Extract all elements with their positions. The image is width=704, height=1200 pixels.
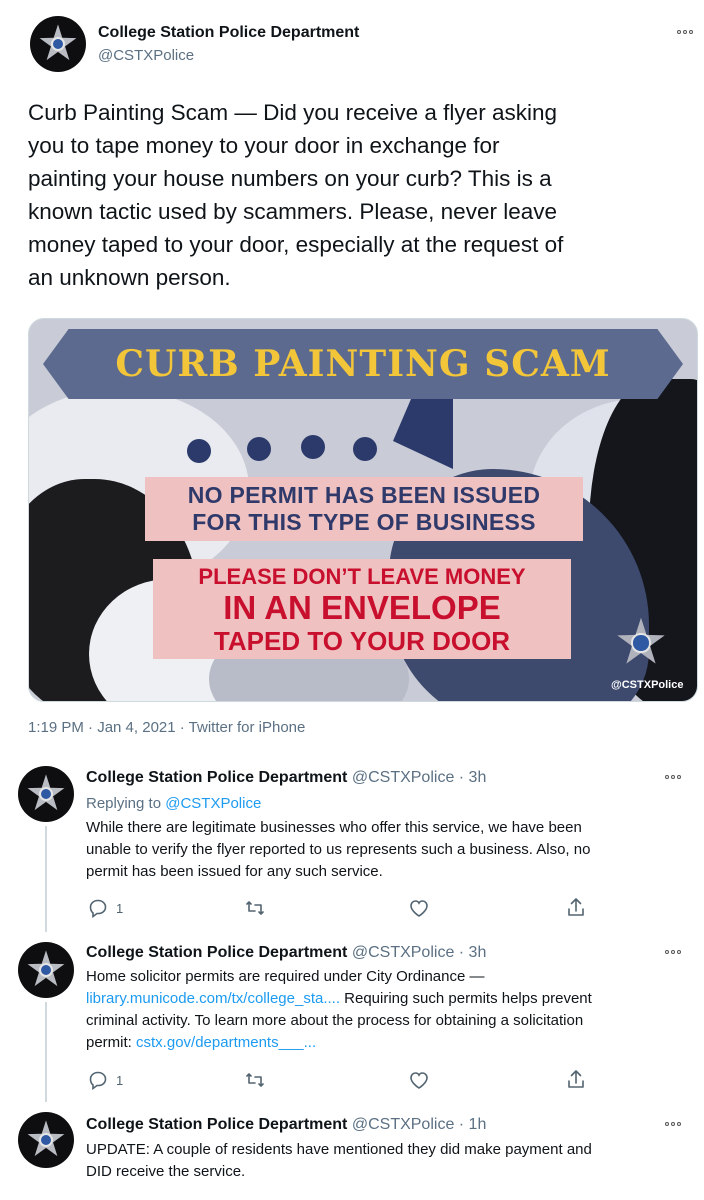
like-button[interactable]	[408, 898, 430, 918]
reply-header: College Station Police Department @CSTXP…	[86, 1116, 486, 1134]
tweet-text-line: money taped to your door, especially at …	[28, 232, 564, 257]
replying-to: Replying to @CSTXPolice	[86, 793, 261, 815]
decor-dot	[353, 437, 377, 461]
reply-text-fragment: Requiring such permits helps prevent	[340, 990, 592, 1007]
reply-author-name[interactable]: College Station Police Department	[86, 769, 347, 786]
reply-text: While there are legitimate businesses wh…	[86, 817, 686, 883]
share-button[interactable]	[566, 896, 586, 918]
reply-text-line: permit has been issued for any such serv…	[86, 863, 383, 880]
tweet-text-line: you to tape money to your door in exchan…	[28, 133, 500, 158]
image-watermark: @CSTXPolice	[611, 679, 684, 691]
police-badge-icon	[39, 24, 77, 61]
warning-line: IN AN ENVELOPE	[223, 588, 501, 626]
tweet-text-line: known tactic used by scammers. Please, n…	[28, 199, 557, 224]
warning-line: PLEASE DON’T LEAVE MONEY	[198, 563, 526, 589]
police-badge-logo	[613, 615, 669, 671]
tweet-text-line: Curb Painting Scam — Did you receive a f…	[28, 100, 557, 125]
reply-text-line: DID receive the service.	[86, 1163, 246, 1180]
police-badge-icon	[27, 1120, 65, 1157]
author-name[interactable]: College Station Police Department	[98, 24, 359, 42]
reply-author-handle[interactable]: @CSTXPolice · 3h	[352, 944, 487, 961]
reply-author-handle[interactable]: @CSTXPolice · 3h	[352, 769, 487, 786]
tweet-text-line: an unknown person.	[28, 265, 231, 290]
no-permit-line: FOR THIS TYPE OF BUSINESS	[192, 509, 536, 535]
no-permit-line: NO PERMIT HAS BEEN ISSUED	[187, 482, 541, 508]
reply-avatar[interactable]	[18, 942, 74, 998]
tweet-image[interactable]: CURB PAINTING SCAM NO PERMIT HAS BEEN IS…	[28, 318, 698, 702]
share-icon	[568, 898, 584, 916]
reply-text-line: criminal activity. To learn more about t…	[86, 1012, 584, 1029]
thread-connector	[45, 1002, 47, 1102]
replying-to-label: Replying to	[86, 795, 166, 812]
reply-text-line: unable to verify the flyer reported to u…	[86, 841, 591, 858]
reply-button[interactable]: 1	[88, 898, 123, 918]
reply-header: College Station Police Department @CSTXP…	[86, 769, 486, 787]
reply-header: College Station Police Department @CSTXP…	[86, 944, 486, 962]
reply-text-line: Home solicitor permits are required unde…	[86, 968, 485, 985]
police-badge-icon	[27, 950, 65, 987]
reply-count: 1	[116, 900, 124, 916]
more-options-icon[interactable]	[664, 948, 682, 956]
police-badge-icon	[27, 774, 65, 811]
decor-shape	[393, 399, 453, 469]
like-icon	[410, 1072, 428, 1089]
reply-text-fragment: permit:	[86, 1034, 137, 1051]
more-options-icon[interactable]	[676, 28, 694, 36]
reply-avatar[interactable]	[18, 766, 74, 822]
author-avatar[interactable]	[30, 16, 86, 72]
retweet-icon	[246, 1073, 264, 1087]
no-permit-box: NO PERMIT HAS BEEN ISSUED FOR THIS TYPE …	[145, 477, 583, 541]
retweet-icon	[246, 901, 264, 915]
reply-icon	[89, 899, 107, 918]
tweet-text-line: painting your house numbers on your curb…	[28, 166, 552, 191]
decor-dot	[187, 439, 211, 463]
thread-connector	[45, 826, 47, 932]
like-icon	[410, 900, 428, 917]
retweet-button[interactable]	[244, 898, 266, 918]
reply-text: UPDATE: A couple of residents have menti…	[86, 1139, 696, 1183]
tweet-timestamp[interactable]: 1:19 PM · Jan 4, 2021 · Twitter for iPho…	[28, 719, 305, 736]
like-button[interactable]	[408, 1070, 430, 1090]
reply-avatar[interactable]	[18, 1112, 74, 1168]
reply-author-name[interactable]: College Station Police Department	[86, 1116, 347, 1133]
decor-dot	[301, 435, 325, 459]
tweet-text: Curb Painting Scam — Did you receive a f…	[28, 96, 698, 294]
more-options-icon[interactable]	[664, 1120, 682, 1128]
reply-text-line: permit: cstx.gov/departments___...	[86, 1032, 696, 1054]
more-options-icon[interactable]	[664, 773, 682, 781]
reply-text-line: While there are legitimate businesses wh…	[86, 819, 582, 836]
reply-author-name[interactable]: College Station Police Department	[86, 944, 347, 961]
image-banner: CURB PAINTING SCAM	[43, 329, 683, 399]
reply-text: Home solicitor permits are required unde…	[86, 966, 696, 1054]
decor-dot	[247, 437, 271, 461]
reply-text-line: UPDATE: A couple of residents have menti…	[86, 1141, 592, 1158]
reply-icon	[89, 1071, 107, 1090]
municode-link[interactable]: library.municode.com/tx/college_sta....	[86, 990, 340, 1007]
cstx-link[interactable]: cstx.gov/departments___...	[136, 1034, 316, 1051]
share-icon	[568, 1070, 584, 1088]
reply-count: 1	[116, 1072, 124, 1088]
reply-author-handle[interactable]: @CSTXPolice · 1h	[352, 1116, 487, 1133]
retweet-button[interactable]	[244, 1070, 266, 1090]
warning-line: TAPED TO YOUR DOOR	[213, 625, 511, 656]
replying-to-link[interactable]: @CSTXPolice	[165, 795, 261, 812]
image-banner-text: CURB PAINTING SCAM	[115, 343, 611, 385]
author-handle[interactable]: @CSTXPolice	[98, 47, 194, 64]
share-button[interactable]	[566, 1068, 586, 1090]
reply-text-line: library.municode.com/tx/college_sta.... …	[86, 988, 696, 1010]
reply-button[interactable]: 1	[88, 1070, 123, 1090]
warning-box: PLEASE DON’T LEAVE MONEY IN AN ENVELOPE …	[153, 559, 571, 659]
